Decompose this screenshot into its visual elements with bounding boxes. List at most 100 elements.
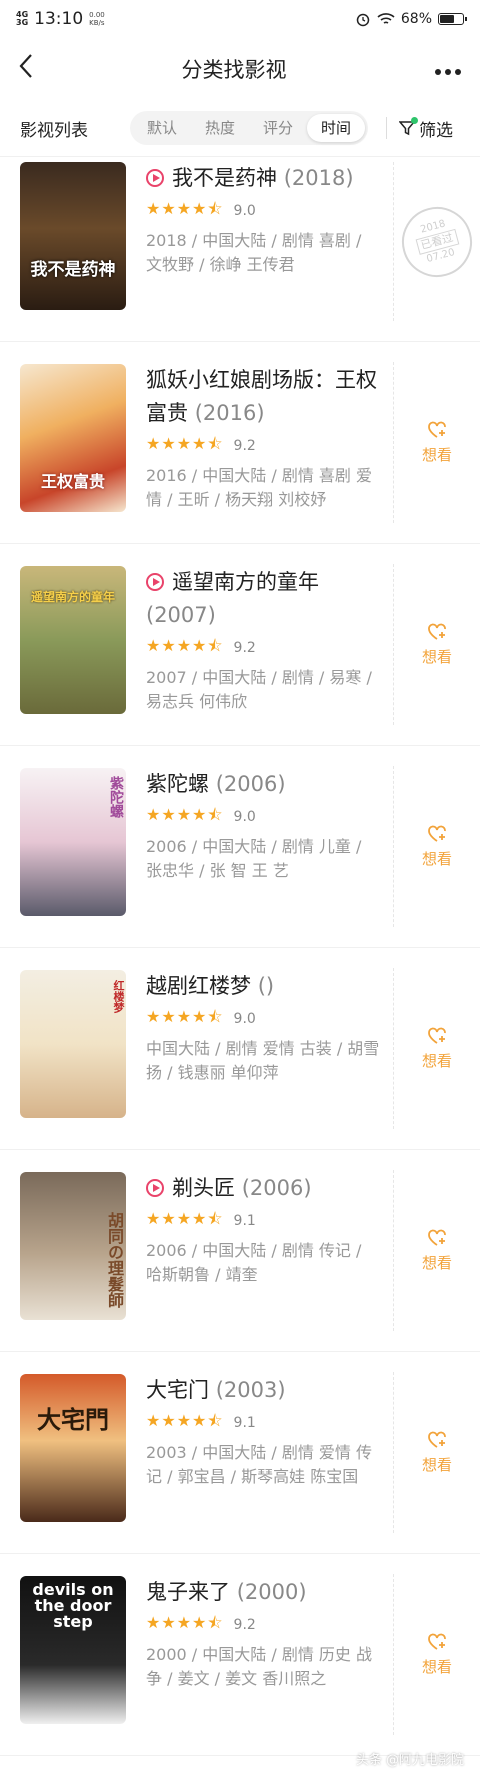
star-rating-icon: ★★★★⯪ — [146, 198, 224, 218]
status-time: 13:10 — [34, 9, 84, 29]
want-label: 想看 — [421, 648, 452, 666]
heart-plus-icon — [428, 825, 446, 842]
movie-poster[interactable]: devils on the door step — [20, 1576, 126, 1724]
movie-info: 剃头匠 (2006) ★★★★⯪ 9.1 2006 / 中国大陆 / 剧情 传记 / … — [146, 1150, 382, 1351]
want-to-watch-button[interactable]: 想看 — [422, 1632, 452, 1677]
wifi-icon — [377, 13, 395, 24]
movie-title-text: 遥望南方的童年 — [172, 570, 319, 594]
item-action-area: 2018 已看过 07.20 — [393, 162, 480, 321]
movie-year: (2006) — [241, 1176, 312, 1200]
list-item[interactable]: 红楼梦 越剧红楼梦 () ★★★★⯪ 9.0 中国大陆 / 剧情 爱情 古装 / 胡雪扬… — [0, 948, 480, 1150]
list-item[interactable]: 大宅門 大宅门 (2003) ★★★★⯪ 9.1 2003 / 中国大陆 / 剧情 爱情… — [0, 1352, 480, 1554]
want-label: 想看 — [421, 1658, 452, 1676]
movie-title[interactable]: 大宅门 (2003) — [146, 1374, 382, 1407]
list-item[interactable]: 胡同の理髮師 剃头匠 (2006) ★★★★⯪ 9.1 2006 / 中国大陆 / 剧情… — [0, 1150, 480, 1352]
filter-button[interactable]: 筛选 — [398, 116, 454, 141]
movie-meta: 2006 / 中国大陆 / 剧情 传记 / 哈斯朝鲁 / 靖奎 — [146, 1241, 362, 1284]
chevron-left-icon — [19, 54, 32, 78]
movie-year: () — [257, 974, 275, 998]
funnel-icon — [398, 117, 419, 136]
list-item[interactable]: 紫陀螺 紫陀螺 (2006) ★★★★⯪ 9.0 2006 / 中国大陆 / 剧情 儿童… — [0, 746, 480, 948]
filter-bar: 影视列表 默认 热度 评分 时间 筛选 — [0, 100, 480, 157]
rating-score: 9.1 — [233, 1213, 256, 1229]
movie-poster[interactable]: 大宅門 — [20, 1374, 126, 1522]
want-to-watch-button[interactable]: 想看 — [422, 824, 452, 869]
movie-title[interactable]: 剃头匠 (2006) — [146, 1172, 382, 1205]
movie-title-text: 鬼子来了 — [146, 1580, 230, 1604]
more-options-button[interactable] — [434, 57, 462, 82]
more-icon — [435, 68, 461, 75]
item-action-area: 想看 — [393, 766, 480, 927]
want-to-watch-button[interactable]: 想看 — [422, 1228, 452, 1273]
poster-title-art: 胡同の理髮師 — [105, 1212, 124, 1308]
star-rating-icon: ★★★★⯪ — [146, 1208, 224, 1228]
tab-time[interactable]: 时间 — [307, 114, 366, 142]
movie-year: (2018) — [283, 166, 354, 190]
heart-plus-icon — [428, 623, 446, 640]
want-label: 想看 — [421, 1254, 452, 1272]
movie-poster[interactable]: 遥望南方的童年 — [20, 566, 126, 714]
movie-title[interactable]: 狐妖小红娘剧场版：王权富贵 (2016) — [146, 364, 382, 430]
movie-meta: 2018 / 中国大陆 / 剧情 喜剧 / 文牧野 / 徐峥 王传君 — [146, 231, 362, 274]
watched-stamp: 2018 已看过 07.20 — [394, 198, 480, 285]
list-item[interactable]: 王权富贵 狐妖小红娘剧场版：王权富贵 (2016) ★★★★⯪ 9.2 2016 / 中… — [0, 342, 480, 544]
tab-rating[interactable]: 评分 — [249, 114, 307, 142]
movie-year: (2007) — [146, 603, 216, 627]
poster-title-art: 遥望南方的童年 — [30, 590, 115, 604]
movie-meta: 2006 / 中国大陆 / 剧情 儿童 / 张忠华 / 张 智 王 艺 — [146, 837, 362, 880]
heart-plus-icon — [428, 1431, 446, 1448]
poster-title-art: 大宅門 — [37, 1405, 109, 1434]
movie-title[interactable]: 紫陀螺 (2006) — [146, 768, 382, 801]
poster-title-art: devils on the door step — [32, 1580, 114, 1631]
movie-list: 我不是药神 我不是药神 (2018) ★★★★⯪ 9.0 2018 / 中国大陆 / 剧… — [0, 156, 480, 1756]
want-to-watch-button[interactable]: 想看 — [422, 1430, 452, 1475]
poster-title-art: 王权富贵 — [40, 472, 105, 491]
list-item[interactable]: devils on the door step 鬼子来了 (2000) ★★★★⯪ 9… — [0, 1554, 480, 1756]
rating: ★★★★⯪ 9.2 — [146, 636, 382, 658]
watermark: 头条 @阿九电影院 — [355, 1753, 464, 1768]
heart-plus-icon — [428, 1633, 446, 1650]
movie-title[interactable]: 越剧红楼梦 () — [146, 970, 382, 1003]
movie-year: (2000) — [236, 1580, 307, 1604]
star-rating-icon: ★★★★⯪ — [146, 804, 224, 824]
want-to-watch-button[interactable]: 想看 — [422, 622, 452, 667]
play-icon[interactable] — [146, 573, 164, 591]
movie-title-text: 我不是药神 — [172, 166, 277, 190]
back-button[interactable] — [18, 53, 34, 85]
play-icon[interactable] — [146, 169, 164, 187]
play-icon[interactable] — [146, 1179, 164, 1197]
item-action-area: 想看 — [393, 968, 480, 1129]
movie-poster[interactable]: 紫陀螺 — [20, 768, 126, 916]
movie-title-text: 剃头匠 — [172, 1176, 235, 1200]
movie-title[interactable]: 我不是药神 (2018) — [146, 162, 382, 195]
want-to-watch-button[interactable]: 想看 — [422, 1026, 452, 1071]
movie-info: 鬼子来了 (2000) ★★★★⯪ 9.2 2000 / 中国大陆 / 剧情 历史 战… — [146, 1554, 382, 1755]
star-rating-icon: ★★★★⯪ — [146, 1612, 224, 1632]
want-to-watch-button[interactable]: 想看 — [422, 420, 452, 465]
item-action-area: 想看 — [393, 1372, 480, 1533]
movie-poster[interactable]: 胡同の理髮師 — [20, 1172, 126, 1320]
star-rating-icon: ★★★★⯪ — [146, 1006, 224, 1026]
rating: ★★★★⯪ 9.0 — [146, 805, 382, 827]
list-item[interactable]: 我不是药神 我不是药神 (2018) ★★★★⯪ 9.0 2018 / 中国大陆 / 剧… — [0, 156, 480, 342]
movie-info: 遥望南方的童年 (2007) ★★★★⯪ 9.2 2007 / 中国大陆 / 剧情 /… — [146, 544, 382, 745]
rating-score: 9.2 — [233, 438, 256, 454]
star-rating-icon: ★★★★⯪ — [146, 433, 224, 453]
movie-poster[interactable]: 我不是药神 — [20, 162, 126, 310]
rating-score: 9.2 — [233, 640, 256, 656]
movie-title[interactable]: 遥望南方的童年 (2007) — [146, 566, 382, 632]
star-rating-icon: ★★★★⯪ — [146, 1410, 224, 1430]
movie-poster[interactable]: 红楼梦 — [20, 970, 126, 1118]
movie-title[interactable]: 鬼子来了 (2000) — [146, 1576, 382, 1609]
movie-info: 狐妖小红娘剧场版：王权富贵 (2016) ★★★★⯪ 9.2 2016 / 中国大陆 … — [146, 342, 382, 543]
tab-default[interactable]: 默认 — [133, 114, 191, 142]
movie-info: 大宅门 (2003) ★★★★⯪ 9.1 2003 / 中国大陆 / 剧情 爱情 传记… — [146, 1352, 382, 1553]
rating: ★★★★⯪ 9.0 — [146, 1007, 382, 1029]
list-item[interactable]: 遥望南方的童年 遥望南方的童年 (2007) ★★★★⯪ 9.2 2007 / 中国大陆… — [0, 544, 480, 746]
nav-bar: 分类找影视 — [0, 38, 480, 100]
movie-poster[interactable]: 王权富贵 — [20, 364, 126, 512]
movie-meta: 2003 / 中国大陆 / 剧情 爱情 传记 / 郭宝昌 / 斯琴高娃 陈宝国 — [146, 1443, 373, 1486]
filter-label: 筛选 — [419, 120, 454, 141]
movie-title-text: 大宅门 — [146, 1378, 209, 1402]
tab-popularity[interactable]: 热度 — [191, 114, 249, 142]
